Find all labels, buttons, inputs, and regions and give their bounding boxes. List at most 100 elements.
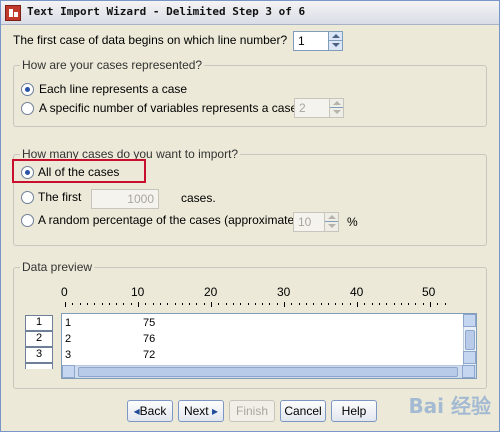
spin-up-icon[interactable]: [330, 99, 343, 108]
random-percentage-spinner[interactable]: 10: [293, 212, 339, 232]
ruler-label: 20: [204, 285, 218, 299]
ruler-label: 50: [422, 285, 436, 299]
variables-per-case-value: 2: [299, 101, 306, 115]
ruler-tick: [94, 303, 96, 305]
ruler-tick: [174, 303, 176, 305]
ruler-tick: [138, 302, 139, 307]
ruler-tick: [327, 303, 329, 305]
ruler-tick: [386, 303, 388, 305]
ruler-tick: [79, 303, 81, 305]
first-n-input[interactable]: 1000: [91, 189, 159, 209]
horizontal-scroll-thumb[interactable]: [78, 367, 458, 377]
spin-up-icon[interactable]: [329, 32, 342, 41]
scroll-up-icon[interactable]: [463, 314, 476, 327]
ruler-tick: [152, 303, 154, 305]
ruler-label: 0: [61, 285, 68, 299]
scroll-down-icon[interactable]: [463, 351, 476, 364]
ruler-tick: [437, 303, 439, 305]
preview-vertical-scrollbar[interactable]: [463, 314, 476, 365]
cases-suffix-label: cases.: [181, 191, 216, 205]
ruler-tick: [167, 303, 169, 305]
specific-variables-label: A specific number of variables represent…: [39, 101, 301, 115]
help-button-label: Help: [341, 404, 367, 418]
ruler-tick: [145, 303, 147, 305]
ruler-tick: [211, 302, 212, 307]
next-button-label: Next: [183, 404, 209, 418]
vertical-scroll-thumb[interactable]: [465, 330, 475, 350]
percent-sign: %: [347, 215, 358, 229]
radio-first-n-cases[interactable]: [21, 191, 34, 204]
ruler-tick: [181, 303, 183, 305]
ruler-tick: [430, 302, 431, 307]
cancel-button[interactable]: Cancel: [280, 400, 326, 422]
radio-random-percentage[interactable]: [21, 214, 34, 227]
ruler-tick: [349, 303, 351, 305]
first-line-label: The first case of data begins on which l…: [13, 33, 288, 47]
watermark-logo: Bai 经验: [408, 394, 491, 418]
first-line-value: 1: [298, 34, 305, 48]
spin-down-icon[interactable]: [325, 222, 338, 231]
random-spin-buttons[interactable]: [324, 213, 338, 231]
back-button[interactable]: Back: [127, 400, 173, 422]
row-number-partial: [25, 363, 53, 369]
ruler-tick: [101, 303, 103, 305]
next-button[interactable]: Next: [178, 400, 224, 422]
ruler-tick: [444, 303, 446, 305]
spin-down-icon[interactable]: [330, 108, 343, 117]
finish-button-label: Finish: [235, 404, 268, 418]
row-number: 1: [25, 315, 53, 331]
ruler-tick: [313, 303, 315, 305]
ruler-tick: [408, 303, 410, 305]
ruler-label: 40: [350, 285, 364, 299]
ruler-tick: [415, 303, 417, 305]
ruler-tick: [320, 303, 322, 305]
help-button[interactable]: Help: [331, 400, 377, 422]
ruler-tick: [422, 303, 424, 305]
spss-app-icon: [5, 5, 21, 21]
preview-cell: 3: [65, 349, 72, 361]
cancel-button-label: Cancel: [284, 404, 322, 418]
ruler-tick: [86, 303, 88, 305]
random-percentage-label: A random percentage of the cases (approx…: [38, 213, 302, 227]
ruler-tick: [262, 303, 264, 305]
spin-up-icon[interactable]: [325, 213, 338, 222]
ruler-tick: [247, 303, 249, 305]
ruler-tick: [364, 303, 366, 305]
data-preview-legend: Data preview: [20, 260, 95, 274]
ruler-tick: [196, 303, 198, 305]
ruler-tick: [130, 303, 132, 305]
ruler-label: 30: [277, 285, 291, 299]
ruler-tick: [393, 303, 395, 305]
scroll-left-icon[interactable]: [62, 365, 75, 378]
ruler-tick: [232, 303, 234, 305]
ruler-tick: [378, 303, 380, 305]
variables-spin-buttons[interactable]: [329, 99, 343, 117]
first-line-spinner[interactable]: 1: [293, 31, 343, 51]
preview-cell: 72: [143, 349, 156, 361]
variables-per-case-spinner[interactable]: 2: [294, 98, 344, 118]
spin-down-icon[interactable]: [329, 41, 342, 50]
preview-horizontal-scrollbar[interactable]: [62, 365, 476, 378]
ruler-tick: [123, 303, 125, 305]
row-number: 2: [25, 331, 53, 347]
ruler-tick: [276, 303, 278, 305]
all-cases-label: All of the cases: [38, 165, 120, 179]
radio-all-cases[interactable]: [21, 166, 34, 179]
ruler-tick: [218, 303, 220, 305]
ruler-tick: [240, 303, 242, 305]
text-import-wizard-window: Text Import Wizard - Delimited Step 3 of…: [0, 0, 500, 432]
ruler-label: 10: [131, 285, 145, 299]
ruler-tick: [254, 303, 256, 305]
ruler-tick: [342, 303, 344, 305]
first-line-spin-buttons[interactable]: [328, 32, 342, 50]
radio-each-line[interactable]: [21, 83, 34, 96]
cases-represented-legend: How are your cases represented?: [20, 58, 205, 72]
preview-cell: 2: [65, 333, 72, 345]
scroll-right-icon[interactable]: [462, 365, 475, 378]
title-bar: Text Import Wizard - Delimited Step 3 of…: [1, 1, 499, 25]
window-title: Text Import Wizard - Delimited Step 3 of…: [27, 5, 306, 18]
ruler-tick: [291, 303, 293, 305]
finish-button[interactable]: Finish: [229, 400, 275, 422]
radio-specific-variables[interactable]: [21, 102, 34, 115]
ruler-tick: [72, 303, 74, 305]
